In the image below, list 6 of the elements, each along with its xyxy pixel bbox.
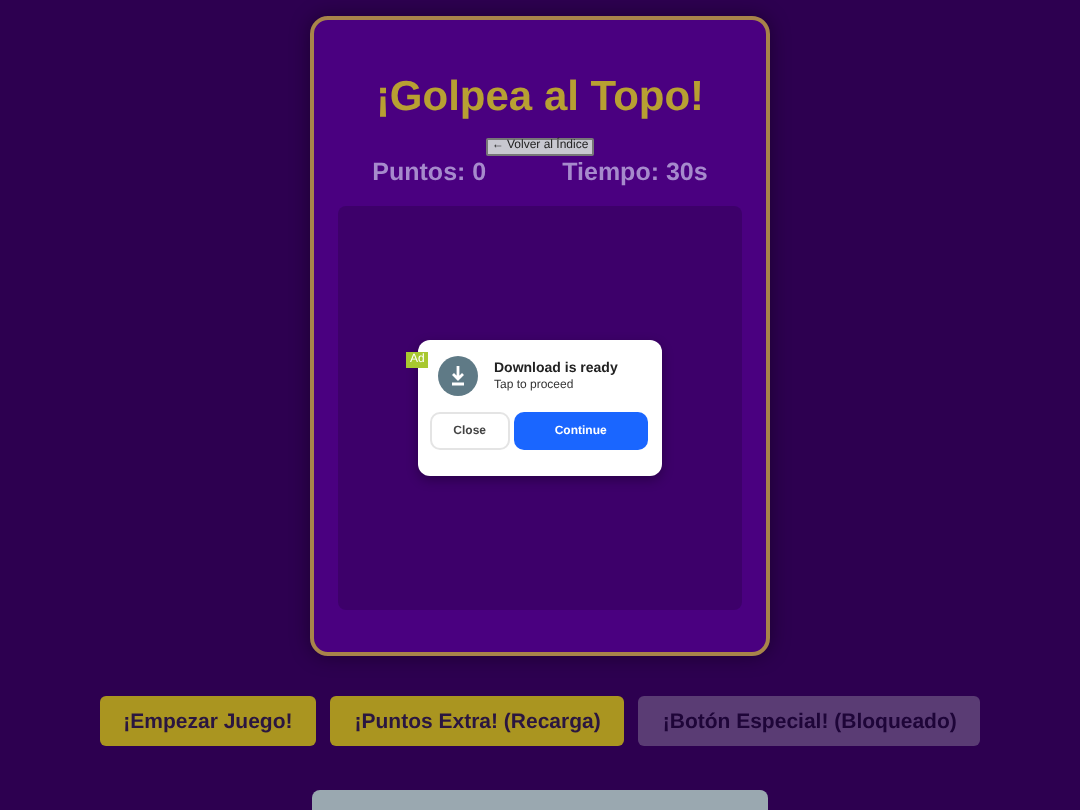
score-label: Puntos: 0 xyxy=(372,156,487,188)
action-button[interactable]: ¡Puntos Extra! (Recarga) xyxy=(330,696,625,746)
time-label: Tiempo: 30s xyxy=(562,156,708,188)
game-title: ¡Golpea al Topo! xyxy=(375,72,705,124)
download-icon xyxy=(438,356,478,396)
action-button[interactable]: ¡Empezar Juego! xyxy=(99,696,317,746)
